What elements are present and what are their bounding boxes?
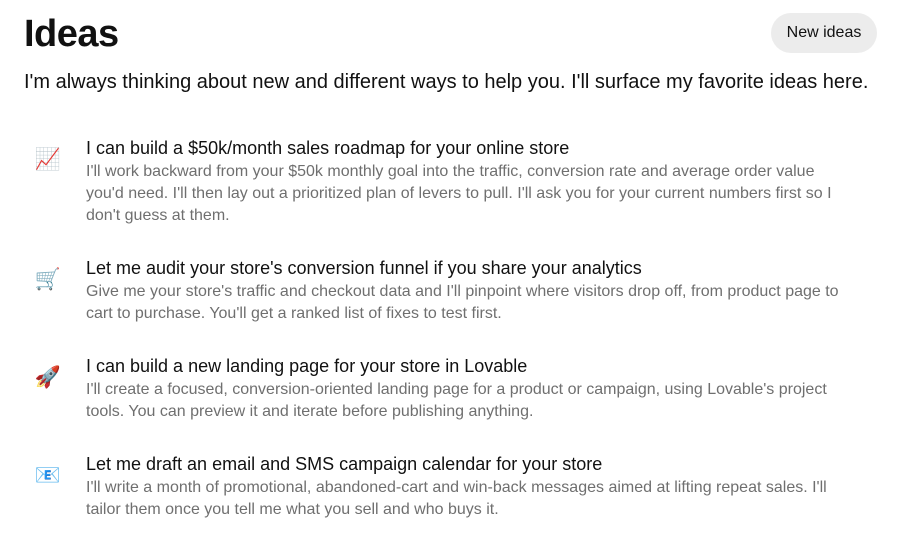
idea-title: I can build a new landing page for your … bbox=[86, 356, 528, 376]
idea-description: I'll work backward from your $50k monthl… bbox=[86, 163, 832, 224]
idea-title: Let me audit your store's conversion fun… bbox=[86, 258, 642, 278]
idea-description: I'll write a month of promotional, aband… bbox=[86, 479, 827, 518]
new-ideas-button[interactable]: New ideas bbox=[771, 13, 877, 53]
idea-title: I can build a $50k/month sales roadmap f… bbox=[86, 138, 570, 158]
envelope-icon: 📧 bbox=[34, 462, 62, 487]
intro-text: I'm always thinking about new and differ… bbox=[24, 71, 869, 93]
rocket-icon: 🚀 bbox=[34, 364, 62, 389]
idea-description: I'll create a focused, conversion-orient… bbox=[86, 381, 827, 420]
shopping-cart-icon: 🛒 bbox=[34, 266, 62, 291]
chart-increasing-icon: 📈 bbox=[34, 146, 62, 171]
idea-title: Let me draft an email and SMS campaign c… bbox=[86, 454, 603, 474]
idea-description: Give me your store's traffic and checkou… bbox=[86, 283, 839, 322]
page-title: Ideas bbox=[24, 13, 119, 55]
